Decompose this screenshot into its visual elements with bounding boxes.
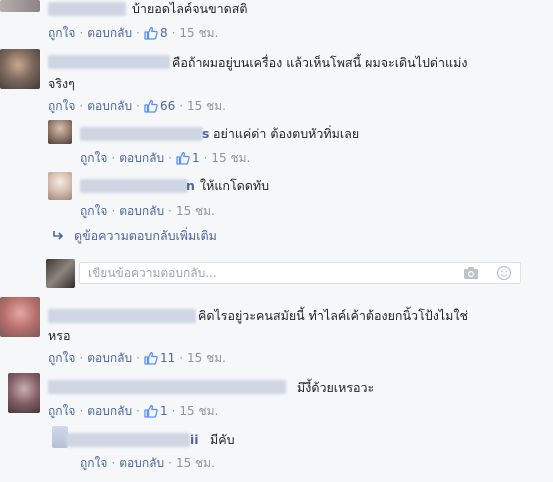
like-count[interactable]: 66	[160, 98, 175, 114]
timestamp[interactable]: 15 ชม.	[211, 150, 250, 166]
timestamp[interactable]: 15 ชม.	[187, 350, 226, 366]
comment-text: มีคับ	[210, 432, 235, 447]
reply-name-tail[interactable]: s	[202, 123, 209, 144]
separator: ·	[168, 151, 172, 165]
like-count[interactable]: 11	[160, 350, 175, 366]
like-count[interactable]: 1	[192, 150, 200, 166]
separator: ·	[136, 99, 140, 113]
commenter-name[interactable]	[48, 55, 170, 69]
separator: ·	[168, 456, 172, 470]
timestamp[interactable]: 15 ชม.	[187, 98, 226, 114]
reply-author-name[interactable]	[80, 179, 188, 193]
emoji-icon[interactable]	[496, 265, 512, 281]
reply-link[interactable]: ตอบกลับ	[119, 203, 164, 219]
like-link[interactable]: ถูกใจ	[48, 98, 75, 114]
comment-actions: ถูกใจ · ตอบกลับ · 15 ชม.	[80, 455, 215, 471]
reply-link[interactable]: ตอบกลับ	[87, 350, 132, 366]
separator: ·	[79, 26, 84, 40]
thumbs-up-icon[interactable]	[144, 99, 158, 113]
reply-text: อย่าแค่ด่า ต้องตบหัวทิ่มเลย	[213, 126, 360, 141]
separator: ·	[79, 99, 84, 113]
separator: ·	[79, 404, 84, 418]
separator: ·	[111, 151, 116, 165]
like-link[interactable]: ถูกใจ	[48, 350, 75, 366]
avatar[interactable]	[0, 49, 40, 89]
like-link[interactable]: ถูกใจ	[80, 150, 107, 166]
separator: ·	[79, 351, 84, 365]
like-count[interactable]: 1	[160, 403, 168, 419]
reply-link[interactable]: ตอบกลับ	[119, 455, 164, 471]
thumbs-up-icon[interactable]	[144, 26, 158, 40]
like-count[interactable]: 8	[160, 25, 168, 41]
comment-text: บ้ายอดไลค์จนขาดสติ	[132, 1, 248, 16]
comment-name-tail[interactable]: ii	[190, 429, 199, 450]
separator: ·	[179, 351, 184, 365]
like-link[interactable]: ถูกใจ	[80, 455, 107, 471]
comment-actions: ถูกใจ · ตอบกลับ · 8 · 15 ชม.	[48, 25, 218, 41]
like-link[interactable]: ถูกใจ	[48, 25, 75, 41]
comment-actions: ถูกใจ · ตอบกลับ · 1 · 15 ชม.	[48, 403, 218, 419]
comment-text: มึงี้ด้วยเหรอวะ	[297, 380, 375, 395]
comment-text: คิดไรอยู่วะคนสมัยนี้ ทำไลค์เค้าต้องยกนิ้…	[198, 308, 468, 323]
timestamp[interactable]: 15 ชม.	[176, 455, 215, 471]
separator: ·	[136, 26, 140, 40]
more-replies-label[interactable]: ดูข้อความตอบกลับเพิ่มเติม	[74, 228, 217, 244]
reply-avatar[interactable]	[48, 172, 72, 200]
like-link[interactable]: ถูกใจ	[48, 403, 75, 419]
timestamp[interactable]: 15 ชม.	[176, 203, 215, 219]
separator: ·	[171, 26, 176, 40]
reply-arrow-icon	[52, 230, 64, 242]
reply-author-name[interactable]	[80, 127, 203, 141]
separator: ·	[179, 99, 184, 113]
reply-link[interactable]: ตอบกลับ	[119, 150, 164, 166]
camera-icon[interactable]	[463, 266, 479, 280]
timestamp[interactable]: 15 ชม.	[179, 403, 218, 419]
reply-link[interactable]: ตอบกลับ	[87, 25, 132, 41]
avatar[interactable]	[0, 297, 40, 337]
comment-text-continued: หรอ	[48, 328, 71, 343]
reply-link[interactable]: ตอบกลับ	[87, 98, 132, 114]
comment-text: คือถ้าผมอยู่บนเครื่อง แล้วเห็นโพสนี้ ผมจ…	[172, 55, 468, 70]
comment-actions: ถูกใจ · ตอบกลับ · 11 · 15 ชม.	[48, 350, 226, 366]
reply-avatar[interactable]	[48, 120, 72, 144]
reply-name-tail[interactable]: n	[186, 175, 195, 196]
reply-actions: ถูกใจ · ตอบกลับ · 1 · 15 ชม.	[80, 150, 250, 166]
thumbs-up-icon[interactable]	[144, 351, 158, 365]
separator: ·	[111, 204, 116, 218]
separator: ·	[168, 204, 172, 218]
separator: ·	[111, 456, 116, 470]
comment-text-continued: จริงๆ	[48, 76, 75, 91]
timestamp[interactable]: 15 ชม.	[179, 25, 218, 41]
thumbs-up-icon[interactable]	[176, 151, 190, 165]
thumbs-up-icon[interactable]	[144, 404, 158, 418]
commenter-name[interactable]	[66, 433, 190, 447]
separator: ·	[203, 151, 208, 165]
separator: ·	[136, 404, 140, 418]
current-user-avatar	[46, 259, 75, 288]
reply-actions: ถูกใจ · ตอบกลับ · 15 ชม.	[80, 203, 215, 219]
separator: ·	[136, 351, 140, 365]
separator: ·	[171, 404, 176, 418]
reply-input[interactable]	[79, 262, 521, 284]
commenter-name[interactable]	[48, 2, 126, 16]
reply-text: ให้แกโดดทับ	[200, 178, 270, 193]
commenter-name[interactable]	[48, 309, 196, 323]
avatar[interactable]	[8, 373, 40, 413]
avatar[interactable]	[0, 0, 40, 12]
more-replies-link[interactable]: ดูข้อความตอบกลับเพิ่มเติม	[52, 228, 217, 244]
reply-link[interactable]: ตอบกลับ	[87, 403, 132, 419]
comment-actions: ถูกใจ · ตอบกลับ · 66 · 15 ชม.	[48, 98, 226, 114]
like-link[interactable]: ถูกใจ	[80, 203, 107, 219]
commenter-name[interactable]	[48, 380, 286, 394]
